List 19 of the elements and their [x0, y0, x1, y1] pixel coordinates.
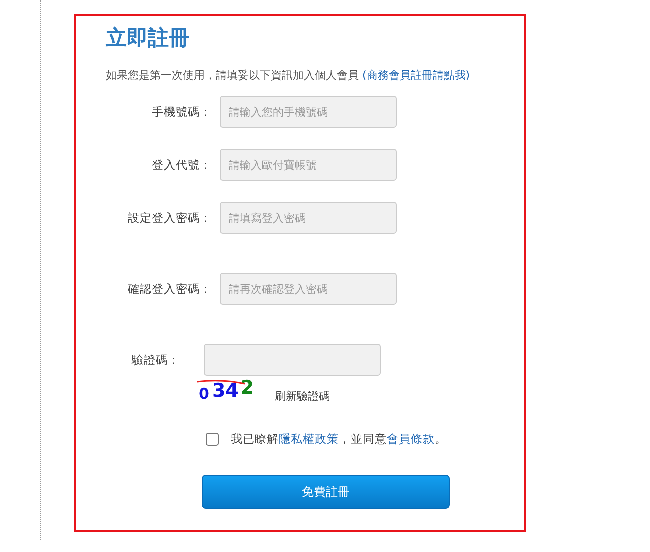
input-field[interactable]: 請輸入歐付寶帳號 — [220, 149, 397, 181]
input-field[interactable]: 請輸入您的手機號碼 — [220, 96, 397, 128]
register-button[interactable]: 免費註冊 — [202, 475, 450, 509]
field-label: 設定登入密碼： — [127, 210, 213, 226]
agreement-text: 我已瞭解隱私權政策，並同意會員條款。 — [231, 432, 447, 447]
privacy-policy-link[interactable]: 隱私權政策 — [279, 432, 339, 446]
field-label: 手機號碼： — [151, 104, 213, 120]
field-label: 驗證碼： — [130, 352, 181, 368]
field-label: 登入代號： — [151, 158, 213, 172]
refresh-captcha-link[interactable]: 刷新驗證碼 — [275, 389, 330, 404]
business-register-link[interactable]: (商務會員註冊請點我) — [362, 69, 470, 82]
intro-text: 如果您是第一次使用，請填妥以下資訊加入個人會員 (商務會員註冊請點我) — [106, 68, 472, 83]
field-label: 確認登入密碼： — [127, 282, 213, 296]
input-field[interactable]: 請填寫登入密碼 — [220, 202, 397, 234]
agree-checkbox[interactable] — [206, 433, 219, 446]
terms-link[interactable]: 會員條款 — [387, 432, 435, 446]
input-field[interactable] — [204, 344, 381, 376]
input-field[interactable]: 請再次確認登入密碼 — [220, 273, 397, 305]
page-title: 立即註冊 — [106, 25, 191, 52]
